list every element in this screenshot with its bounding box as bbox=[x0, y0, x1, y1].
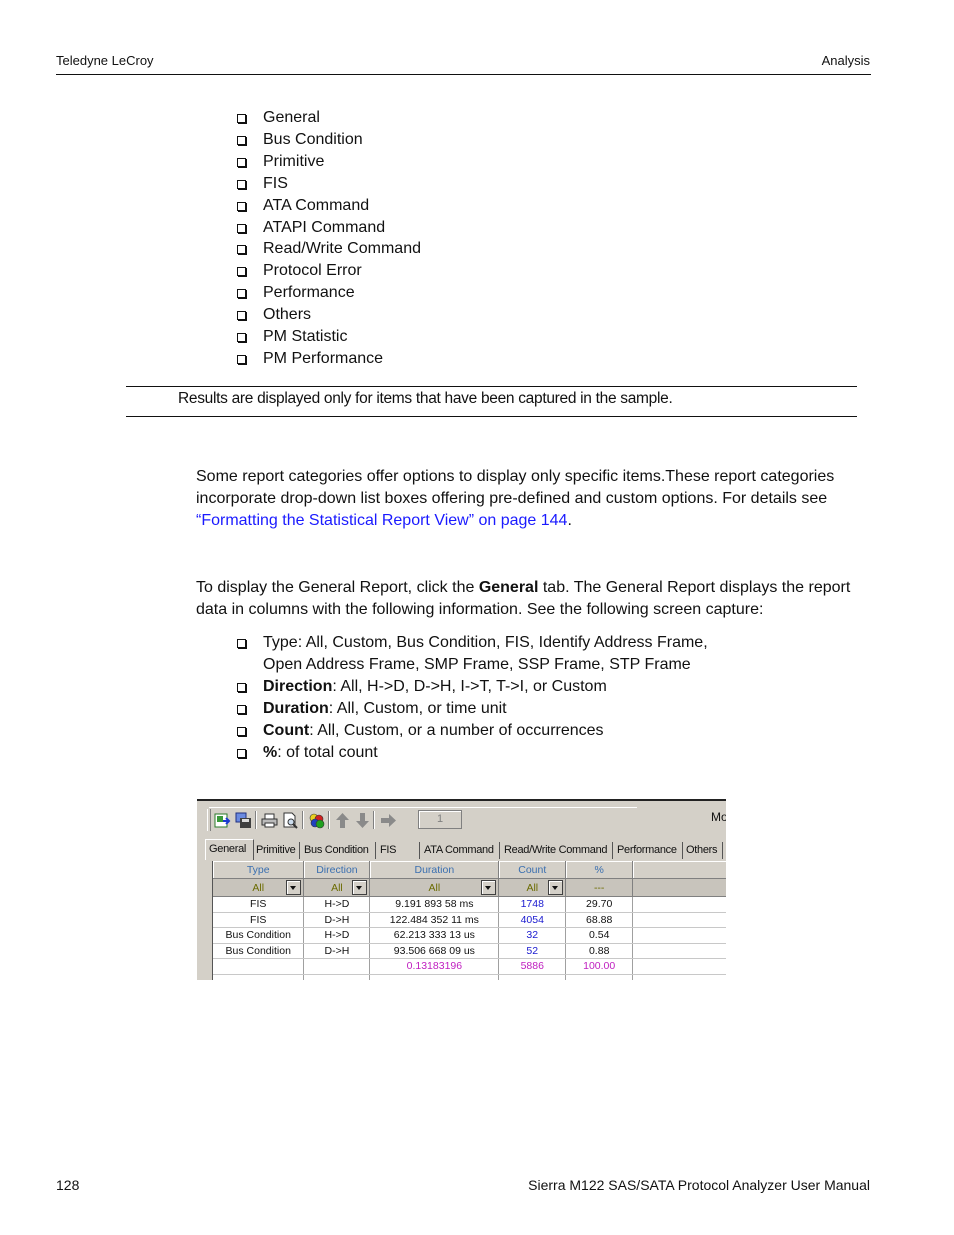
save-icon[interactable] bbox=[234, 811, 252, 829]
note-bottom-rule bbox=[126, 416, 857, 417]
report-category-list: General Bus Condition Primitive FIS ATA … bbox=[237, 107, 421, 370]
checkbox-bullet-icon bbox=[237, 639, 246, 648]
type-filter-dropdown[interactable]: All bbox=[213, 878, 305, 897]
list-item: FIS bbox=[237, 173, 421, 195]
table-row[interactable]: FIS H->D 9.191 893 58 ms 1748 29.70 bbox=[213, 896, 726, 913]
filter-row: All All All All --- bbox=[213, 878, 726, 897]
list-item: %: of total count bbox=[237, 742, 737, 764]
table-header-row: Type Direction Duration Count % bbox=[213, 861, 726, 879]
checkbox-bullet-icon bbox=[237, 704, 246, 714]
tab-primitive[interactable]: Primitive bbox=[253, 842, 300, 859]
general-report-paragraph: To display the General Report, click the… bbox=[196, 579, 851, 618]
list-item: PM Statistic bbox=[237, 326, 421, 348]
total-percent: 100.00 bbox=[565, 958, 634, 975]
column-info-list: Type: All, Custom, Bus Condition, FIS, I… bbox=[237, 632, 737, 763]
checkbox-bullet-icon bbox=[237, 201, 246, 211]
export-excel-icon[interactable] bbox=[213, 811, 231, 829]
toolbar-grip[interactable] bbox=[207, 809, 211, 831]
footer-title: Sierra M122 SAS/SATA Protocol Analyzer U… bbox=[528, 1177, 870, 1193]
chart-icon[interactable] bbox=[307, 811, 325, 829]
statistical-report-screenshot: 1 Mo General Primitive Bus Condition FIS… bbox=[197, 799, 726, 980]
list-item: Performance bbox=[237, 282, 421, 304]
table-row bbox=[213, 974, 726, 980]
tab-read-write-command[interactable]: Read/Write Command bbox=[501, 842, 613, 859]
checkbox-bullet-icon bbox=[237, 726, 246, 736]
tab-others[interactable]: Others bbox=[683, 842, 723, 859]
options-paragraph: Some report categories offer options to … bbox=[196, 468, 835, 529]
percent-filter: --- bbox=[565, 878, 634, 897]
list-item: Type: All, Custom, Bus Condition, FIS, I… bbox=[237, 632, 737, 676]
column-header-direction[interactable]: Direction bbox=[303, 861, 371, 879]
note-top-rule bbox=[126, 386, 857, 387]
column-header-duration[interactable]: Duration bbox=[369, 861, 500, 879]
arrow-right-icon[interactable] bbox=[379, 811, 397, 829]
print-icon[interactable] bbox=[260, 811, 278, 829]
tab-performance[interactable]: Performance bbox=[614, 842, 683, 859]
chevron-down-icon[interactable] bbox=[481, 880, 497, 895]
list-item: Direction: All, H->D, D->H, I->T, T->I, … bbox=[237, 676, 737, 698]
checkbox-bullet-icon bbox=[237, 114, 246, 123]
checkbox-bullet-icon bbox=[237, 267, 246, 277]
tab-ata-command[interactable]: ATA Command bbox=[421, 842, 500, 859]
duration-filter-dropdown[interactable]: All bbox=[369, 878, 500, 897]
column-header-count[interactable]: Count bbox=[498, 861, 567, 879]
tab-fis[interactable]: FIS bbox=[377, 842, 420, 859]
checkbox-bullet-icon bbox=[237, 245, 246, 255]
checkbox-bullet-icon bbox=[237, 311, 246, 321]
tab-bus-condition[interactable]: Bus Condition bbox=[301, 842, 376, 859]
list-item: Protocol Error bbox=[237, 260, 421, 282]
page-number: 128 bbox=[56, 1177, 80, 1193]
chevron-down-icon[interactable] bbox=[352, 880, 368, 895]
direction-filter-dropdown[interactable]: All bbox=[303, 878, 371, 897]
list-item: PM Performance bbox=[237, 348, 421, 370]
checkbox-bullet-icon bbox=[237, 748, 246, 758]
count-filter-dropdown[interactable]: All bbox=[498, 878, 567, 897]
table-row[interactable]: Bus Condition D->H 93.506 668 09 us 52 0… bbox=[213, 943, 726, 959]
total-duration: 0.13183196 bbox=[369, 958, 500, 975]
checkbox-bullet-icon bbox=[237, 333, 246, 343]
formatting-view-link[interactable]: “Formatting the Statistical Report View”… bbox=[196, 512, 567, 529]
list-item: ATA Command bbox=[237, 195, 421, 217]
table-row[interactable]: Bus Condition H->D 62.213 333 13 us 32 0… bbox=[213, 927, 726, 944]
general-report-table: Type Direction Duration Count % All All … bbox=[212, 861, 726, 980]
list-item: Others bbox=[237, 304, 421, 326]
chevron-down-icon[interactable] bbox=[548, 880, 564, 895]
checkbox-bullet-icon bbox=[237, 289, 246, 299]
list-item: General bbox=[237, 107, 421, 129]
list-item: ATAPI Command bbox=[237, 217, 421, 239]
column-header-percent[interactable]: % bbox=[565, 861, 634, 879]
checkbox-bullet-icon bbox=[237, 179, 246, 189]
total-count: 5886 bbox=[498, 958, 567, 975]
column-header-type[interactable]: Type bbox=[213, 861, 305, 879]
header-right: Analysis bbox=[821, 53, 870, 68]
list-item: Duration: All, Custom, or time unit bbox=[237, 698, 737, 720]
header-left: Teledyne LeCroy bbox=[56, 53, 154, 68]
toolbar-right-label: Mo bbox=[711, 810, 726, 824]
note-text: Results are displayed only for items tha… bbox=[178, 390, 673, 407]
page-number-input[interactable]: 1 bbox=[418, 810, 462, 829]
chevron-down-icon[interactable] bbox=[286, 880, 302, 895]
list-item: Count: All, Custom, or a number of occur… bbox=[237, 720, 737, 742]
list-item: Read/Write Command bbox=[237, 238, 421, 260]
list-item: Primitive bbox=[237, 151, 421, 173]
capture-border bbox=[197, 799, 726, 801]
report-toolbar: 1 bbox=[205, 805, 637, 831]
checkbox-bullet-icon bbox=[237, 354, 246, 364]
arrow-down-icon[interactable] bbox=[353, 811, 371, 829]
arrow-up-icon[interactable] bbox=[333, 811, 351, 829]
header-rule bbox=[56, 74, 871, 75]
checkbox-bullet-icon bbox=[237, 223, 246, 233]
checkbox-bullet-icon bbox=[237, 682, 246, 692]
print-preview-icon[interactable] bbox=[281, 811, 299, 829]
list-item: Bus Condition bbox=[237, 129, 421, 151]
tab-general[interactable]: General bbox=[205, 839, 254, 860]
total-row: 0.13183196 5886 100.00 bbox=[213, 958, 726, 975]
checkbox-bullet-icon bbox=[237, 135, 246, 145]
checkbox-bullet-icon bbox=[237, 157, 246, 167]
table-row[interactable]: FIS D->H 122.484 352 11 ms 4054 68.88 bbox=[213, 912, 726, 928]
